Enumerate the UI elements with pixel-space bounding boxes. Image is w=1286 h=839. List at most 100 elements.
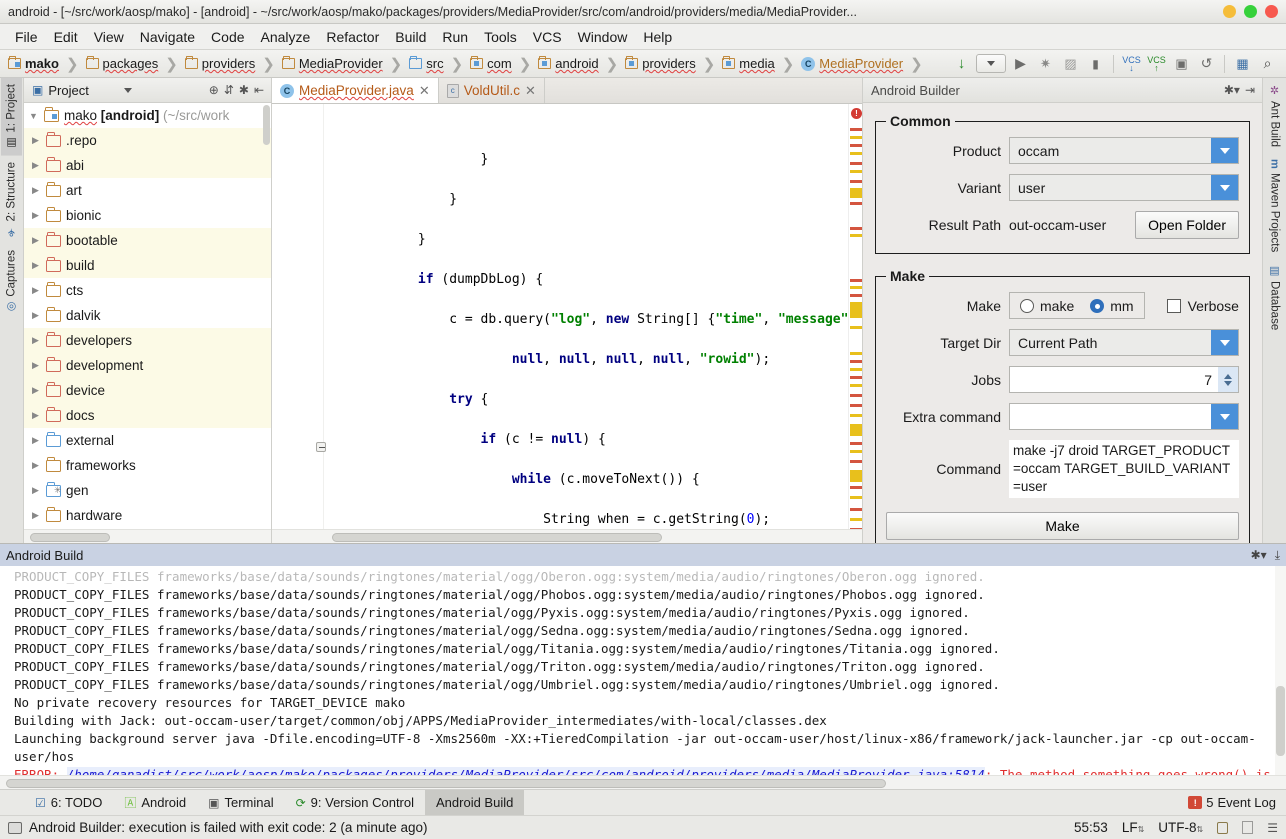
run-icon[interactable]: ▶: [1010, 53, 1031, 74]
stepper-up-icon[interactable]: [1224, 373, 1232, 379]
radio-make[interactable]: make: [1020, 298, 1074, 314]
tree-row-docs[interactable]: ▶ docs: [24, 403, 271, 428]
expand-arrow-icon[interactable]: ▶: [30, 360, 41, 371]
memory-icon[interactable]: ☰: [1267, 821, 1278, 835]
menu-build[interactable]: Build: [388, 26, 433, 48]
stripe-mark[interactable]: [850, 286, 862, 289]
verbose-checkbox[interactable]: Verbose: [1166, 298, 1239, 314]
open-folder-button[interactable]: Open Folder: [1135, 211, 1239, 239]
stripe-mark[interactable]: [850, 518, 862, 521]
coverage-icon[interactable]: ▨: [1060, 53, 1081, 74]
inspection-icon[interactable]: [1242, 821, 1254, 834]
tree-row-device[interactable]: ▶ device: [24, 378, 271, 403]
debug-icon[interactable]: ✷: [1035, 53, 1056, 74]
stepper-down-icon[interactable]: [1224, 380, 1232, 386]
stripe-mark[interactable]: [850, 460, 862, 463]
breadcrumb-providers[interactable]: providers ❯: [181, 55, 278, 73]
extra-command-dropdown[interactable]: [1009, 403, 1239, 430]
tree-row-cts[interactable]: ▶ cts: [24, 278, 271, 303]
breadcrumb-mediaprovider-class[interactable]: C MediaProvider ❯: [797, 55, 925, 73]
expand-arrow-icon[interactable]: ▶: [30, 135, 41, 146]
breadcrumb-media[interactable]: media ❯: [718, 55, 797, 73]
menu-help[interactable]: Help: [636, 26, 679, 48]
tree-row-build[interactable]: ▶ build: [24, 253, 271, 278]
vcs-diff-icon[interactable]: ▣: [1171, 53, 1192, 74]
code-content[interactable]: } } } if (dumpDbLog) { c = db.query("log…: [324, 104, 848, 529]
stripe-mark[interactable]: [850, 170, 862, 173]
chevron-down-icon[interactable]: [1211, 138, 1238, 163]
menu-refactor[interactable]: Refactor: [319, 26, 386, 48]
menu-view[interactable]: View: [87, 26, 131, 48]
stripe-mark[interactable]: [850, 508, 862, 511]
stripe-mark[interactable]: [850, 368, 862, 371]
tree-row-abi[interactable]: ▶ abi: [24, 153, 271, 178]
breadcrumb-com[interactable]: com ❯: [466, 55, 534, 73]
expand-arrow-icon[interactable]: ▶: [30, 260, 41, 271]
stripe-mark[interactable]: [850, 162, 862, 165]
event-log-button[interactable]: ! 5 Event Log: [1178, 790, 1286, 815]
stripe-mark[interactable]: [850, 450, 862, 453]
menu-code[interactable]: Code: [204, 26, 251, 48]
tree-row-bionic[interactable]: ▶ bionic: [24, 203, 271, 228]
expand-arrow-icon[interactable]: ▶: [30, 335, 41, 346]
settings-gear-icon[interactable]: ✱▾: [1224, 83, 1240, 97]
error-file-link[interactable]: /home/ganadist/src/work/aosp/mako/packag…: [66, 767, 985, 775]
stripe-mark[interactable]: [850, 294, 862, 297]
radio-mm[interactable]: mm: [1090, 298, 1134, 314]
menu-file[interactable]: File: [8, 26, 45, 48]
expand-arrow-icon[interactable]: ▶: [30, 160, 41, 171]
stripe-mark[interactable]: [850, 234, 862, 237]
menu-tools[interactable]: Tools: [477, 26, 524, 48]
hide-panel-icon[interactable]: ⇤: [254, 83, 264, 97]
expand-arrow-icon[interactable]: ▶: [30, 210, 41, 221]
breadcrumb-mako[interactable]: mako ❯: [4, 55, 82, 73]
stripe-mark[interactable]: [850, 442, 862, 445]
breadcrumb-src[interactable]: src ❯: [405, 55, 466, 73]
stripe-mark[interactable]: [850, 188, 862, 198]
avd-manager-icon[interactable]: ▦: [1232, 53, 1253, 74]
stripe-mark[interactable]: [850, 152, 862, 155]
close-icon[interactable]: ✕: [419, 83, 430, 99]
product-dropdown[interactable]: occam: [1009, 137, 1239, 164]
tab-mediaprovider-java[interactable]: C MediaProvider.java ✕: [272, 78, 439, 103]
tab-terminal[interactable]: ▣ Terminal: [197, 790, 284, 815]
stripe-mark[interactable]: [850, 424, 862, 436]
stripe-mark[interactable]: [850, 128, 862, 131]
console-output[interactable]: PRODUCT_COPY_FILES frameworks/base/data/…: [0, 566, 1286, 775]
error-stripe-markbar[interactable]: !: [848, 104, 862, 541]
breadcrumb-providers-pkg[interactable]: providers ❯: [621, 55, 718, 73]
sidebar-item-maven-projects[interactable]: m Maven Projects: [1265, 153, 1285, 258]
expand-arrow-icon[interactable]: ▶: [30, 485, 41, 496]
encoding-widget[interactable]: UTF-8⇅: [1158, 820, 1203, 835]
attach-debugger-icon[interactable]: ▮: [1085, 53, 1106, 74]
stripe-mark[interactable]: [850, 384, 862, 387]
expand-arrow-icon[interactable]: ▶: [30, 310, 41, 321]
tree-row-repo[interactable]: ▶ .repo: [24, 128, 271, 153]
settings-gear-icon[interactable]: ✱: [239, 83, 249, 97]
sort-icon[interactable]: ↓: [951, 53, 972, 74]
menu-edit[interactable]: Edit: [47, 26, 85, 48]
tree-row-frameworks[interactable]: ▶ frameworks: [24, 453, 271, 478]
target-dir-dropdown[interactable]: Current Path: [1009, 329, 1239, 356]
stripe-mark[interactable]: [850, 279, 862, 282]
tree-vertical-scrollbar[interactable]: [262, 103, 271, 529]
chevron-down-icon[interactable]: [1211, 175, 1238, 200]
breadcrumb-mediaprovider-dir[interactable]: MediaProvider ❯: [278, 55, 405, 73]
line-separator-widget[interactable]: LF⇅: [1122, 820, 1144, 835]
sidebar-item-ant-build[interactable]: ✲ Ant Build: [1264, 78, 1285, 153]
stripe-mark[interactable]: [850, 326, 862, 329]
scrollbar-thumb[interactable]: [30, 533, 110, 542]
tree-row-development[interactable]: ▶ development: [24, 353, 271, 378]
chevron-down-icon[interactable]: [1211, 330, 1238, 355]
sidebar-item-captures[interactable]: ◎ Captures: [1, 244, 22, 320]
lock-icon[interactable]: [1217, 821, 1229, 834]
tree-row-art[interactable]: ▶ art: [24, 178, 271, 203]
breadcrumb-android[interactable]: android ❯: [534, 55, 621, 73]
stripe-mark[interactable]: [850, 180, 862, 183]
hide-panel-icon[interactable]: ⤓: [1275, 548, 1280, 563]
vcs-update-icon[interactable]: VCS ↓: [1121, 53, 1142, 74]
project-tree[interactable]: ▼ mako [android] (~/src/work ▶ .repo ▶ abi…: [24, 103, 271, 529]
tab-android-build[interactable]: Android Build: [425, 790, 525, 815]
editor-gutter[interactable]: [272, 104, 326, 529]
scrollbar-thumb[interactable]: [1276, 686, 1285, 756]
